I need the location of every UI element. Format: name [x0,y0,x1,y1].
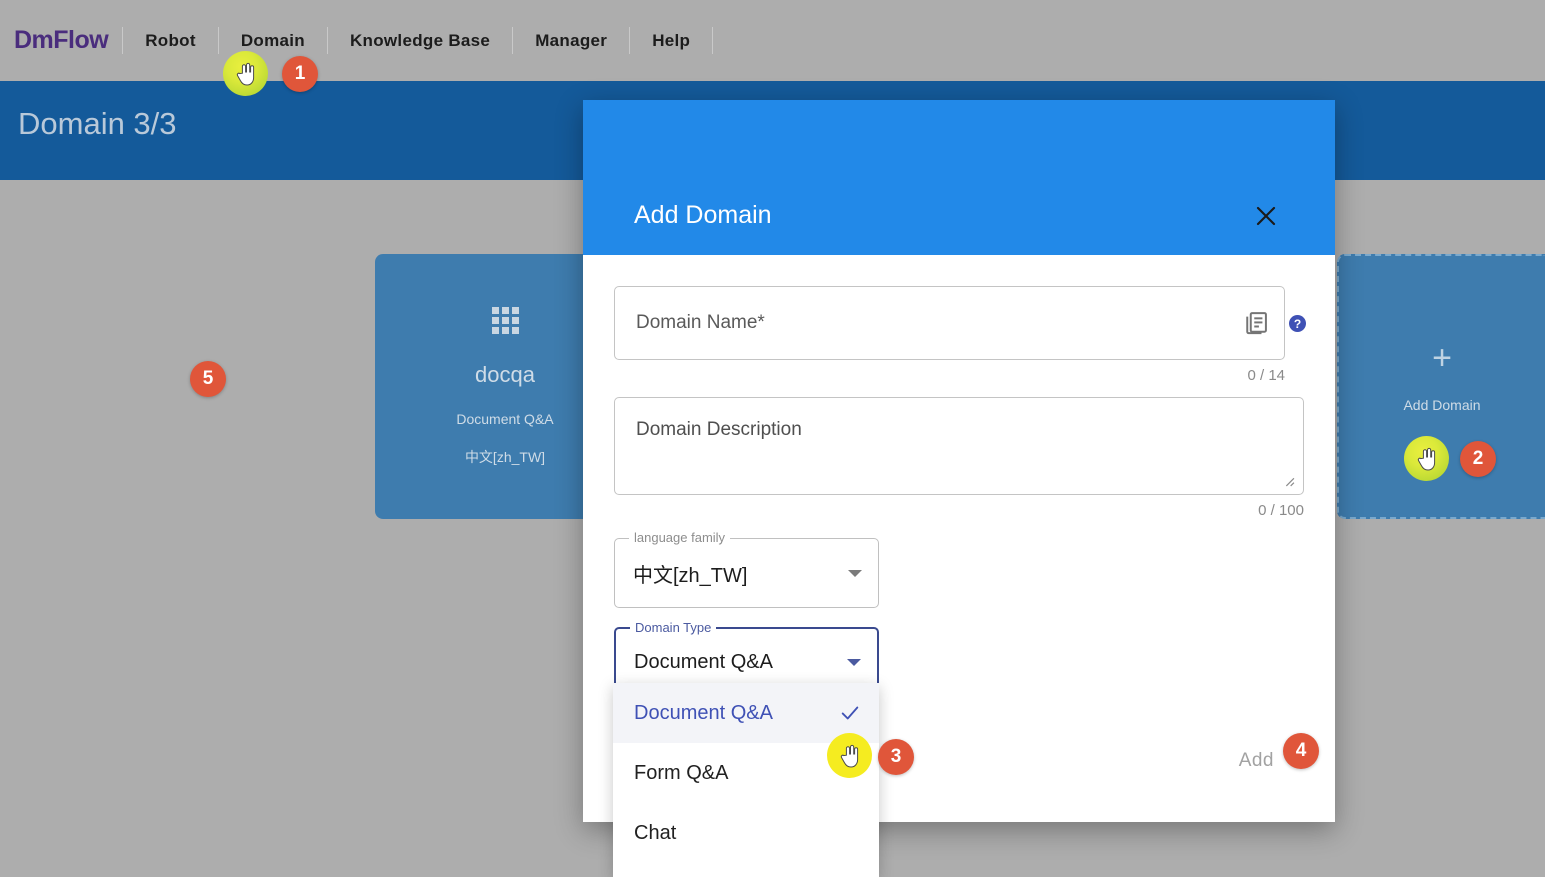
menu-item-label: Form Q&A [634,762,861,785]
hand-cursor-icon [1416,447,1437,471]
step-badge-5: 5 [190,361,226,397]
hand-cursor-icon [839,744,860,768]
chevron-down-icon [847,659,861,666]
check-icon [839,702,861,724]
nav-item-robot[interactable]: Robot [123,31,218,51]
menu-item-document-qa[interactable]: Document Q&A [613,683,879,743]
domain-name-placeholder: Domain Name* [636,312,1242,334]
copy-document-icon[interactable] [1242,309,1270,337]
menu-item-label: Chat [634,822,861,845]
add-domain-card-label: Add Domain [1403,397,1480,413]
close-icon[interactable] [1254,204,1278,228]
chevron-down-icon [848,570,862,577]
cursor-marker-step-3 [827,733,872,778]
domain-type-dropdown-menu: Document Q&A Form Q&A Chat [613,683,879,877]
domain-card-language: 中文[zh_TW] [465,447,545,467]
step-badge-3: 3 [878,739,914,775]
cursor-marker-step-1 [223,51,268,96]
add-button[interactable]: Add [1229,744,1284,778]
domain-name-counter: 0 / 14 [614,367,1285,384]
dialog-actions: Add [1229,744,1284,778]
domain-description-counter: 0 / 100 [614,502,1304,519]
domain-description-placeholder: Domain Description [636,419,802,440]
dialog-header: Add Domain [583,100,1335,255]
add-domain-card[interactable]: + Add Domain [1337,254,1545,519]
nav-item-domain[interactable]: Domain [219,31,327,51]
page-title: Domain 3/3 [18,106,177,142]
domain-name-input[interactable]: Domain Name* [614,286,1285,360]
dialog-title: Add Domain [634,201,772,230]
menu-item-chat[interactable]: Chat [613,803,879,863]
domain-description-input[interactable]: Domain Description [614,397,1304,495]
help-icon[interactable]: ? [1289,315,1306,332]
domain-card-type: Document Q&A [456,411,553,427]
nav-separator [712,27,713,54]
dialog-body: Domain Name* ? 0 / 14 Domain Description [583,255,1335,697]
step-badge-4: 4 [1283,733,1319,769]
language-family-label: language family [629,530,730,545]
language-family-value: 中文[zh_TW] [633,559,848,588]
plus-icon: + [1432,341,1452,375]
domain-type-label: Domain Type [630,620,716,635]
menu-item-label: Document Q&A [634,702,839,725]
grid-icon [492,307,519,334]
domain-name-field-wrap: Domain Name* ? [614,286,1284,360]
domain-type-value: Document Q&A [634,651,847,674]
resize-handle-icon[interactable] [1282,474,1295,487]
app-logo[interactable]: DmFlow [14,26,122,55]
step-badge-1: 1 [282,56,318,92]
step-badge-2: 2 [1460,441,1496,477]
cursor-marker-step-2 [1404,436,1449,481]
domain-card-title: docqa [475,362,535,388]
nav-item-knowledge-base[interactable]: Knowledge Base [328,31,512,51]
nav-item-manager[interactable]: Manager [513,31,629,51]
language-family-select[interactable]: language family 中文[zh_TW] [614,538,879,608]
nav-item-help[interactable]: Help [630,31,712,51]
hand-cursor-icon [235,62,256,86]
